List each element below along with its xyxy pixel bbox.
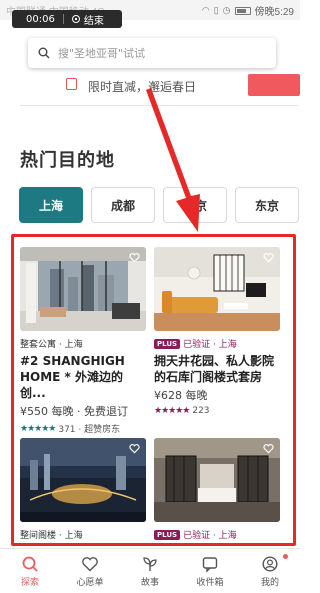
review-count: 371 · 超赞房东 [58, 425, 121, 435]
listing-title: 拥天井花园、私人影院的石库门阁楼式套房 [154, 354, 275, 384]
listing-card[interactable]: 整套公寓 · 上海 #2 SHANGHIGH HOME * 外滩边的创... ¥… [20, 247, 146, 435]
listing-rating: ★★★★★ 371 · 超赞房东 [20, 422, 146, 436]
listing-photo[interactable] [20, 247, 146, 331]
tab-beijing[interactable]: 北京 [163, 187, 227, 223]
listing-card[interactable]: PLUS 已验证 · 上海 [154, 438, 280, 541]
nav-profile[interactable]: 我的 [240, 549, 300, 593]
heart-icon[interactable] [129, 252, 140, 263]
tab-chengdu[interactable]: 成都 [91, 187, 155, 223]
listing-price: ¥628 每晚 [154, 389, 208, 402]
screen-recording-pill[interactable]: 00:06 结束 [12, 10, 122, 28]
plus-badge: PLUS [154, 529, 181, 540]
nav-explore[interactable]: 探索 [0, 549, 60, 593]
battery-icon [234, 6, 251, 15]
divider [62, 14, 64, 24]
promo-banner[interactable]: 限时直减，邂逅春日 [20, 68, 300, 106]
listing-photo[interactable] [154, 438, 280, 522]
clock: 傍晚5:29 [254, 7, 294, 18]
nav-inbox[interactable]: 收件箱 [180, 549, 240, 593]
promo-button[interactable] [248, 74, 300, 96]
vibrate-icon: ▯ [213, 5, 219, 15]
section-title: 热门目的地 [20, 150, 115, 171]
tab-tokyo[interactable]: 东京 [235, 187, 299, 223]
search-input[interactable]: 搜"圣地亚哥"试试 [28, 38, 276, 68]
tab-shanghai[interactable]: 上海 [19, 187, 83, 223]
listing-photo[interactable] [20, 438, 146, 522]
stop-icon [71, 15, 80, 23]
listing-type: 整间阁楼 · 上海 [20, 528, 146, 541]
listing-card[interactable]: 整间阁楼 · 上海 [20, 438, 146, 541]
end-recording-button[interactable]: 结束 [84, 12, 104, 27]
listing-photo[interactable] [154, 247, 280, 331]
promo-text: 限时直减，邂逅春日 [88, 80, 197, 94]
search-placeholder: 搜"圣地亚哥"试试 [58, 47, 146, 60]
listing-type: PLUS 已验证 · 上海 [154, 528, 280, 541]
listing-type-label: 整间阁楼 · 上海 [20, 531, 83, 541]
review-count: 223 [192, 406, 210, 416]
listing-type: 整套公寓 · 上海 [20, 337, 146, 350]
city-tabs: 上海 成都 北京 东京 [19, 187, 299, 223]
heart-icon[interactable] [263, 252, 274, 263]
recording-time: 00:06 [26, 13, 55, 25]
plus-badge: PLUS [154, 338, 181, 349]
alarm-icon: ◷ [222, 5, 231, 15]
calendar-icon [66, 78, 77, 90]
listing-type-label: 已验证 · 上海 [183, 340, 237, 350]
heart-icon [82, 557, 98, 572]
nav-stories[interactable]: 故事 [120, 549, 180, 593]
listing-rating: ★★★★★ 223 [154, 406, 280, 416]
star-rating-icon: ★★★★★ [20, 423, 56, 434]
status-bar: 中国联通 中国移动 4G 00:06 结束 ◠ ▯ ◷ 傍晚5:29 [0, 0, 300, 28]
message-icon [202, 557, 218, 573]
listing-price: ¥550 每晚 · 免费退订 [20, 405, 128, 418]
nav-label: 探索 [20, 578, 39, 588]
listing-type-label: 已验证 · 上海 [183, 531, 237, 541]
nav-wishlist[interactable]: 心愿单 [60, 549, 120, 593]
sprout-icon [143, 557, 157, 571]
nav-label: 故事 [140, 578, 159, 588]
status-icons: ◠ ▯ ◷ 傍晚5:29 [202, 3, 294, 18]
wifi-icon: ◠ [201, 5, 210, 15]
search-icon [38, 47, 50, 59]
bottom-nav: 探索 心愿单 故事 收件箱 我的 [0, 548, 300, 593]
search-icon [22, 556, 38, 572]
profile-icon [262, 556, 278, 572]
nav-label: 我的 [260, 578, 279, 588]
star-rating-icon: ★★★★★ [154, 406, 190, 416]
nav-label: 收件箱 [196, 578, 224, 588]
listing-title: #2 SHANGHIGH HOME * 外滩边的创... [20, 354, 125, 400]
heart-icon[interactable] [129, 443, 140, 454]
listing-card[interactable]: PLUS 已验证 · 上海 拥天井花园、私人影院的石库门阁楼式套房 ¥628 每… [154, 247, 280, 416]
heart-icon[interactable] [263, 443, 274, 454]
listing-type-label: 整套公寓 · 上海 [20, 340, 83, 350]
notification-dot [283, 554, 288, 559]
listing-type: PLUS 已验证 · 上海 [154, 337, 280, 350]
nav-label: 心愿单 [76, 578, 104, 588]
